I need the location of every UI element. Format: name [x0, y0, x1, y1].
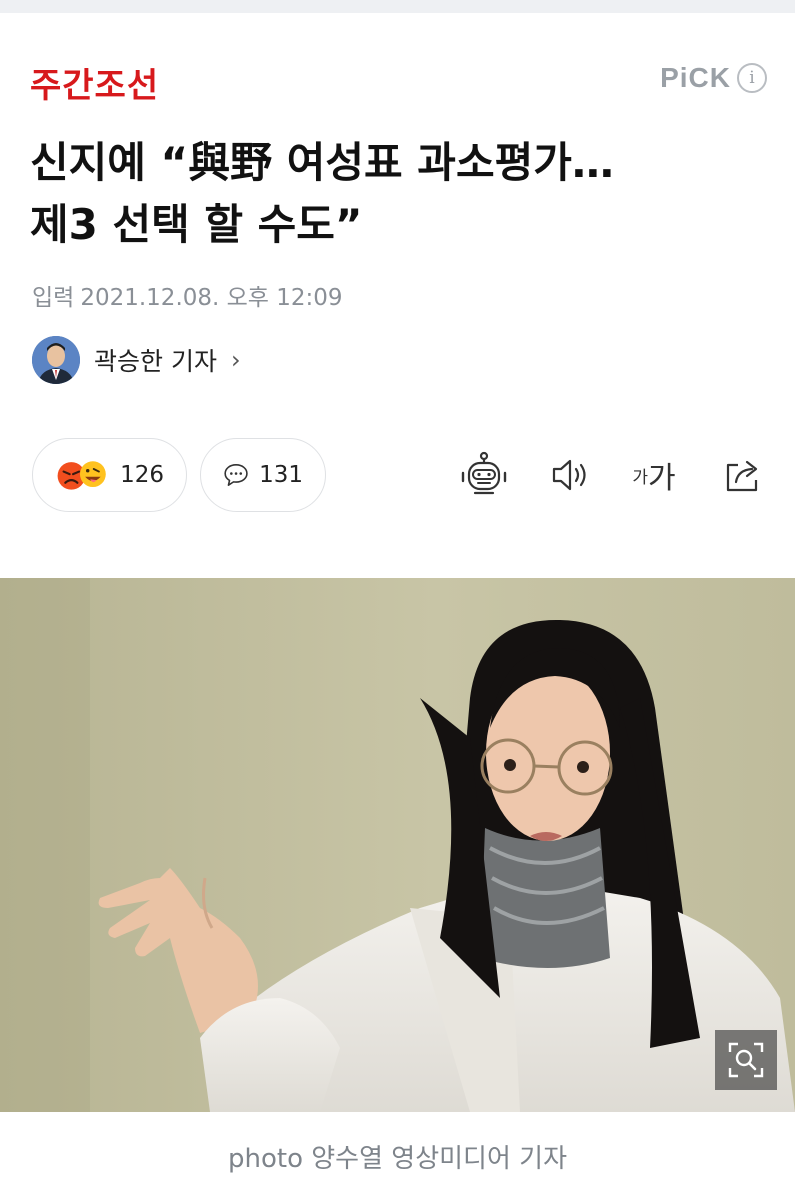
pick-label: PiCK — [660, 62, 731, 93]
date-value: 2021.12.08. 오후 12:09 — [80, 285, 343, 311]
info-icon[interactable]: i — [737, 63, 767, 93]
reaction-emoji-icon — [57, 461, 106, 490]
article-dateline: 입력 2021.12.08. 오후 12:09 — [32, 278, 343, 312]
reaction-button[interactable]: 126 — [32, 438, 187, 512]
summary-bot-button[interactable] — [456, 448, 512, 502]
reaction-count: 126 — [120, 462, 164, 488]
comment-icon — [224, 464, 248, 486]
photo-zoom-button[interactable] — [715, 1030, 777, 1090]
reporter-name[interactable]: 곽승한 기자 — [94, 342, 217, 378]
photo-caption: photo 양수열 영상미디어 기자 — [0, 1112, 795, 1200]
press-logo[interactable]: 주간조선 — [30, 58, 159, 107]
chevron-right-icon: › — [230, 346, 241, 374]
comment-button[interactable]: 131 — [200, 438, 326, 512]
font-size-big-label: 가 — [648, 461, 676, 496]
reporter-avatar[interactable] — [32, 336, 80, 384]
share-button[interactable] — [714, 448, 770, 502]
font-size-button[interactable]: 가 가 — [627, 448, 681, 502]
photo-illustration — [0, 578, 795, 1112]
zoom-icon — [728, 1042, 764, 1078]
article-headline: 신지예 “與野 여성표 과소평가… 제3 선택 할 수도” — [30, 132, 770, 256]
headline-line-1: 신지예 “與野 여성표 과소평가… — [30, 138, 614, 187]
speaker-icon — [552, 459, 586, 491]
robot-icon — [461, 451, 507, 495]
status-strip — [0, 0, 795, 13]
date-label: 입력 — [32, 285, 75, 311]
reporter-byline[interactable]: 곽승한 기자 › — [32, 336, 241, 384]
font-size-small-label: 가 — [632, 467, 649, 488]
pick-badge[interactable]: PiCK i — [660, 62, 767, 94]
comment-count: 131 — [259, 462, 303, 488]
article-photo[interactable] — [0, 578, 795, 1112]
share-icon — [726, 460, 758, 492]
text-to-speech-button[interactable] — [542, 448, 598, 502]
headline-line-2: 제3 선택 할 수도” — [30, 200, 363, 249]
